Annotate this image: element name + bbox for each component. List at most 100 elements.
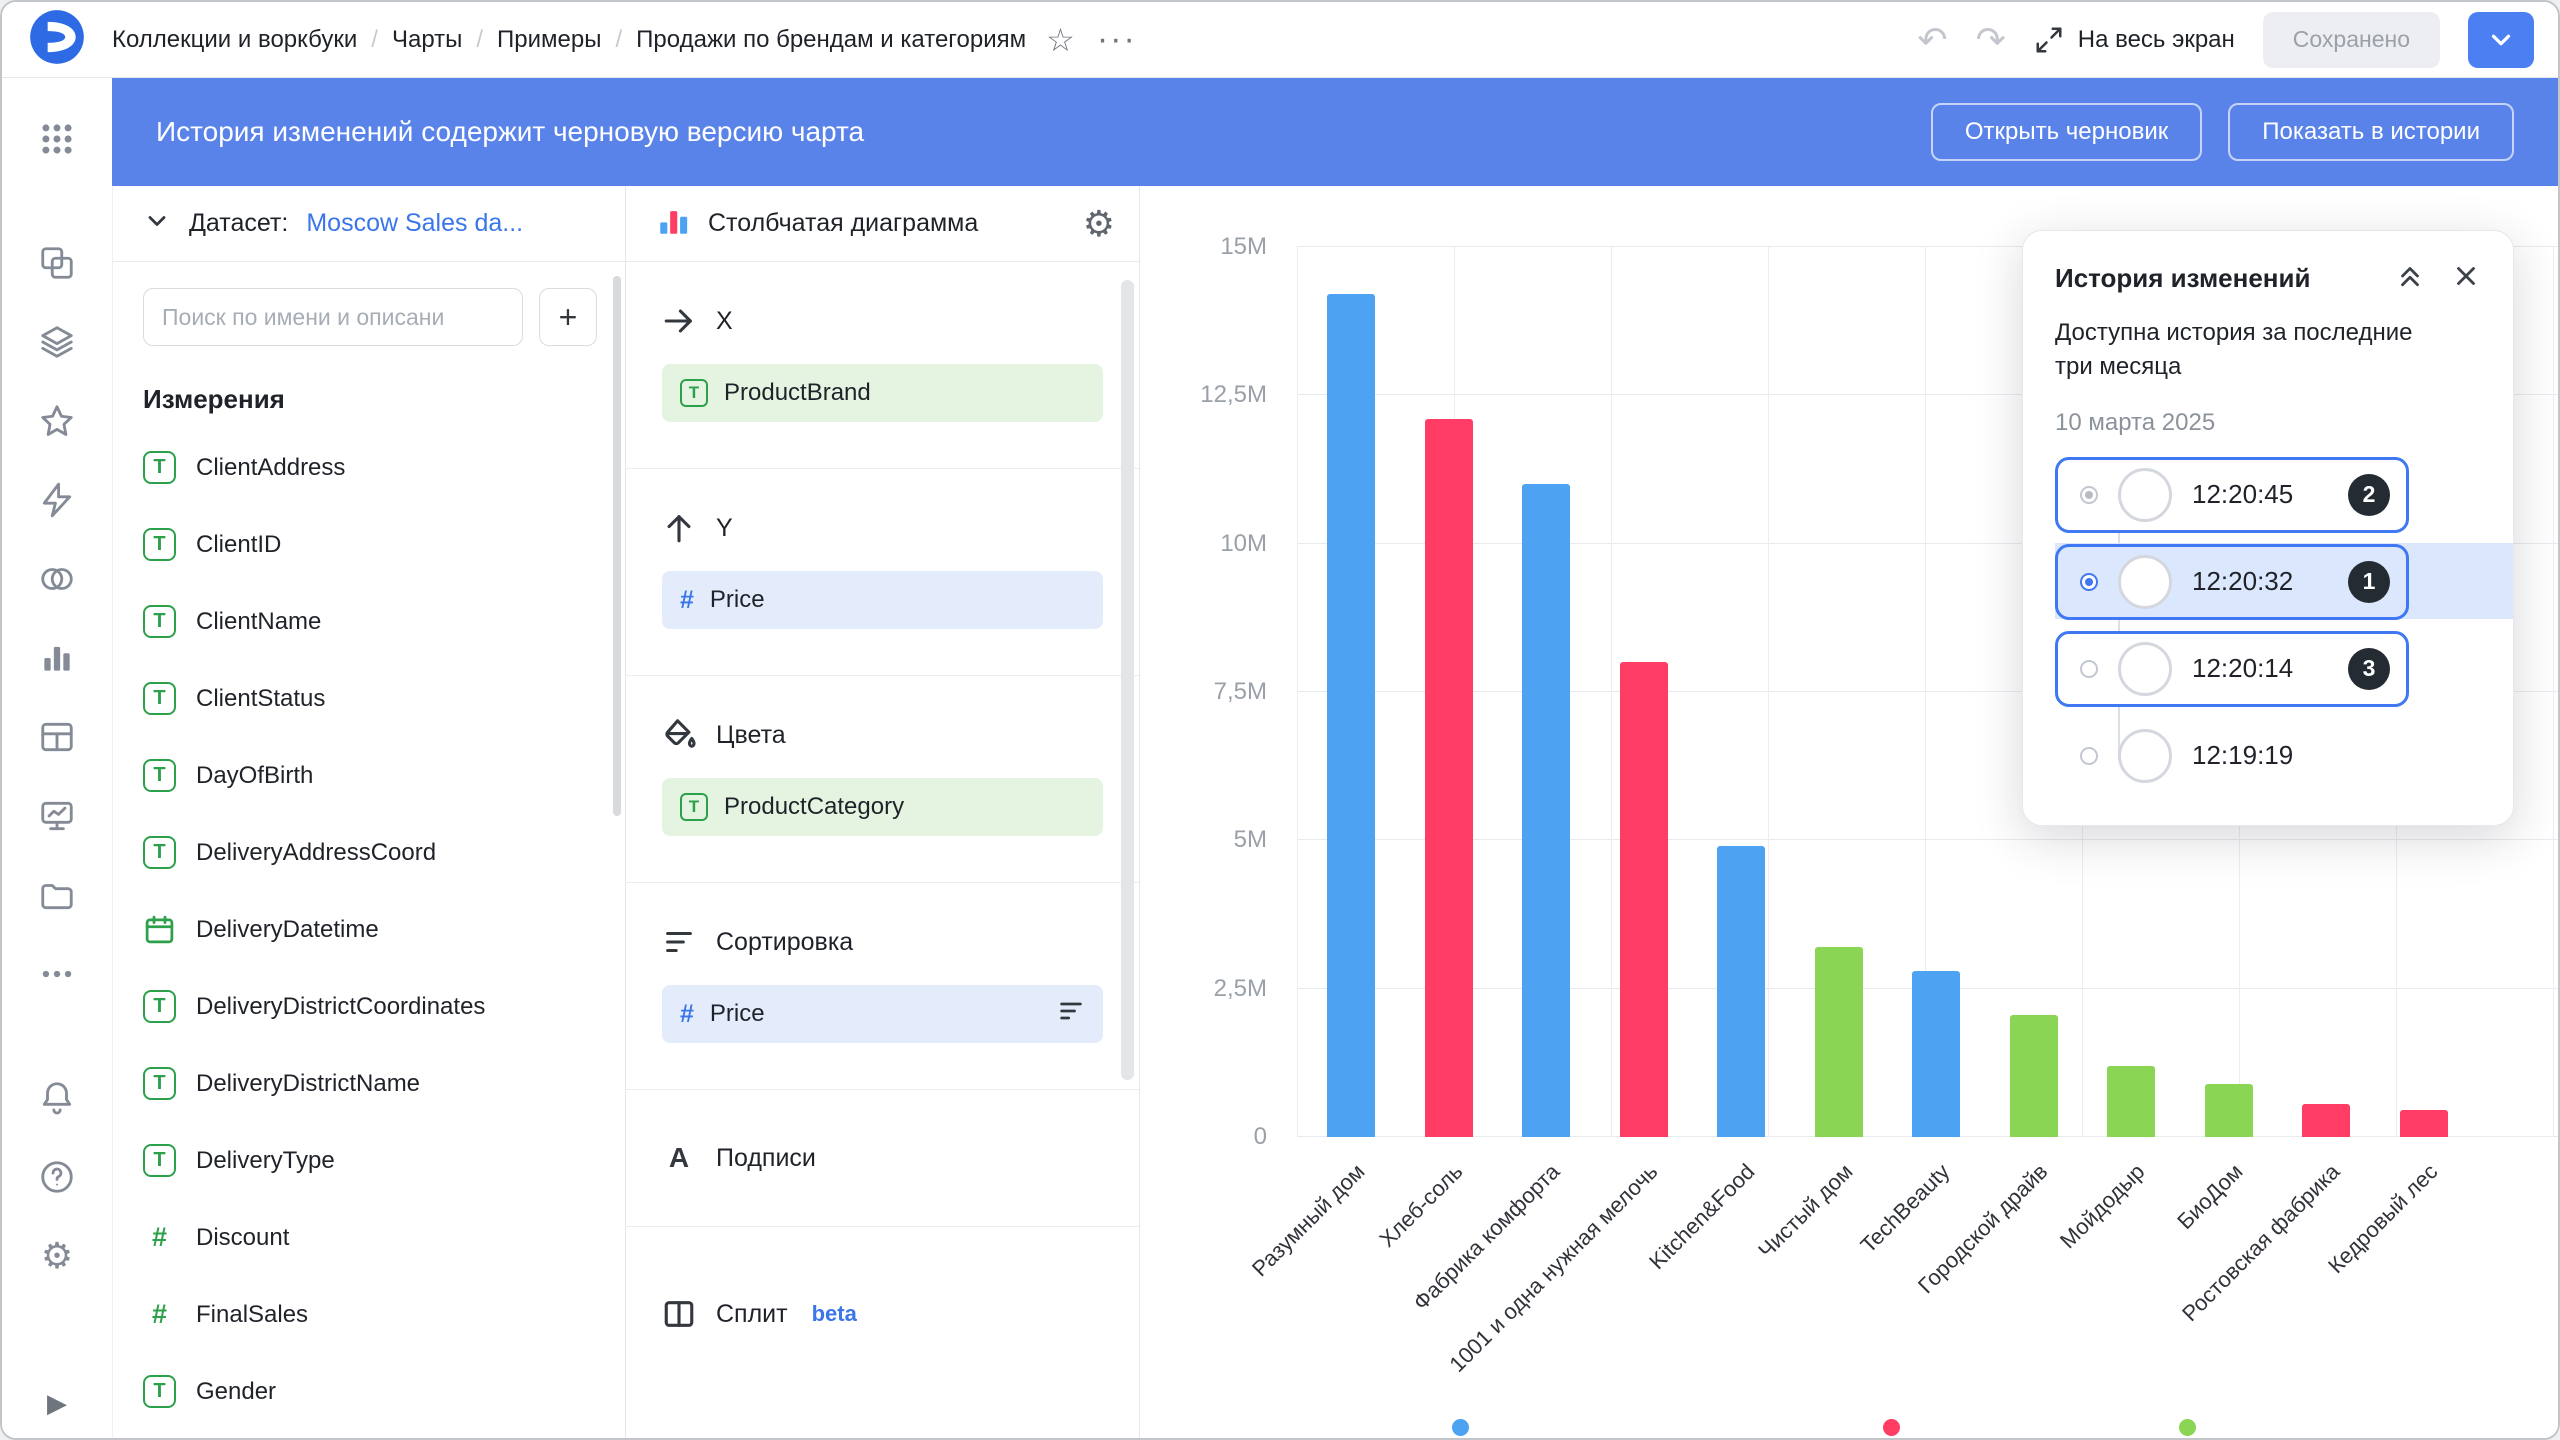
history-popup-subtitle: Доступна история за последние три месяца (2055, 316, 2455, 383)
workbooks-icon[interactable] (38, 323, 76, 361)
dataset-name-link[interactable]: Moscow Sales da... (306, 209, 523, 238)
history-entry-box[interactable]: 12:20:143 (2055, 631, 2409, 707)
breadcrumb-item[interactable]: Чарты (392, 26, 462, 54)
v-gridline (1768, 247, 1769, 1137)
expand-rail-icon[interactable]: ▶ (38, 1384, 76, 1422)
x-field-pill[interactable]: T ProductBrand (662, 364, 1103, 422)
legend-dot[interactable] (2179, 1419, 2196, 1436)
sort-direction-icon[interactable] (1057, 997, 1085, 1032)
bar-Хлеб-соль[interactable] (1425, 419, 1473, 1137)
history-revision-circle[interactable] (2118, 468, 2172, 522)
chart-type-label[interactable]: Столбчатая диаграмма (708, 209, 1065, 238)
save-dropdown-button[interactable] (2468, 12, 2534, 68)
field-search-input[interactable] (143, 288, 523, 346)
field-item-DeliveryDistrictName[interactable]: TDeliveryDistrictName (113, 1045, 625, 1122)
y-axis-tick: 12,5M (1140, 381, 1267, 409)
column-chart-type-icon[interactable] (656, 204, 690, 243)
history-revision-circle[interactable] (2118, 729, 2172, 783)
expand-icon (2034, 25, 2064, 55)
bar-Кедровый лес[interactable] (2400, 1110, 2448, 1137)
field-item-DeliveryDistrictCoordinates[interactable]: TDeliveryDistrictCoordinates (113, 968, 625, 1045)
breadcrumb-item[interactable]: Коллекции и воркбуки (112, 26, 357, 54)
connections-icon[interactable] (38, 481, 76, 519)
field-name: Discount (196, 1224, 289, 1252)
datasets-icon[interactable] (38, 560, 76, 598)
bar-Разумный дом[interactable] (1327, 294, 1375, 1137)
dataset-collapse-chevron-icon[interactable] (143, 207, 171, 240)
collapse-popup-icon[interactable] (2395, 261, 2425, 296)
history-entry[interactable]: 12:20:321 (2055, 538, 2481, 625)
favorite-star-icon[interactable]: ☆ (1046, 21, 1075, 59)
history-radio[interactable] (2080, 660, 2098, 678)
bar-БиоДом[interactable] (2205, 1084, 2253, 1137)
field-item-Gender[interactable]: TGender (113, 1353, 625, 1430)
split-section-label[interactable]: Сплит (716, 1300, 788, 1329)
notifications-bell-icon[interactable] (38, 1079, 76, 1117)
dashboards-icon[interactable] (38, 718, 76, 756)
bar-TechBeauty[interactable] (1912, 971, 1960, 1137)
history-entry-box[interactable]: 12:20:321 (2055, 544, 2409, 620)
bar-Kitchen&Food[interactable] (1717, 846, 1765, 1137)
text-field-icon: T (143, 528, 176, 561)
history-revision-circle[interactable] (2118, 642, 2172, 696)
field-item-ClientAddress[interactable]: TClientAddress (113, 429, 625, 506)
banner-text: История изменений содержит черновую верс… (156, 116, 864, 148)
field-item-FinalSales[interactable]: #FinalSales (113, 1276, 625, 1353)
bar-Ростовская фабрика[interactable] (2302, 1104, 2350, 1137)
bar-Мойдодыр[interactable] (2107, 1066, 2155, 1137)
saved-button[interactable]: Сохранено (2263, 12, 2440, 68)
field-item-ClientID[interactable]: TClientID (113, 506, 625, 583)
history-radio[interactable] (2080, 747, 2098, 765)
history-entry[interactable]: 12:19:19 (2055, 712, 2481, 799)
history-revision-circle[interactable] (2118, 555, 2172, 609)
collections-icon[interactable] (38, 244, 76, 282)
settings-gear-icon[interactable]: ⚙ (38, 1237, 76, 1275)
add-field-button[interactable]: + (539, 288, 597, 346)
history-radio[interactable] (2080, 573, 2098, 591)
apps-grid-icon[interactable] (38, 120, 76, 158)
field-name: ClientStatus (196, 685, 325, 713)
close-popup-icon[interactable] (2451, 261, 2481, 296)
labels-section-label[interactable]: Подписи (716, 1144, 816, 1173)
chart-settings-gear-icon[interactable]: ⚙ (1083, 203, 1115, 245)
history-popup: История изменений Доступна история за по… (2022, 230, 2514, 826)
legend-dot[interactable] (1452, 1419, 1469, 1436)
field-item-ClientStatus[interactable]: TClientStatus (113, 660, 625, 737)
charts-icon[interactable] (38, 639, 76, 677)
bar-1001 и одна нужная мелочь[interactable] (1620, 662, 1668, 1137)
help-icon[interactable] (38, 1158, 76, 1196)
field-item-DayOfBirth[interactable]: TDayOfBirth (113, 737, 625, 814)
field-item-DeliveryAddressCoord[interactable]: TDeliveryAddressCoord (113, 814, 625, 891)
undo-icon[interactable]: ↶ (1917, 22, 1947, 58)
history-entry[interactable]: 12:20:143 (2055, 625, 2481, 712)
history-radio[interactable] (2080, 486, 2098, 504)
config-scrollbar[interactable] (1121, 280, 1134, 1080)
field-item-DeliveryDatetime[interactable]: DeliveryDatetime (113, 891, 625, 968)
field-item-ClientName[interactable]: TClientName (113, 583, 625, 660)
bar-Чистый дом[interactable] (1815, 947, 1863, 1137)
sort-field-pill[interactable]: # Price (662, 985, 1103, 1043)
history-entry-box[interactable]: 12:20:452 (2055, 457, 2409, 533)
breadcrumb-item[interactable]: Примеры (497, 26, 601, 54)
history-entry-box[interactable]: 12:19:19 (2055, 718, 2409, 794)
bar-Фабрика комфорта[interactable] (1522, 484, 1570, 1137)
files-icon[interactable] (38, 876, 76, 914)
fullscreen-button[interactable]: На весь экран (2034, 25, 2235, 55)
dataset-scrollbar[interactable] (613, 276, 621, 816)
datalens-logo[interactable] (29, 9, 85, 70)
bar-Городской драйв[interactable] (2010, 1015, 2058, 1137)
favorites-icon[interactable] (38, 402, 76, 440)
more-options-icon[interactable]: ··· (1097, 20, 1137, 59)
top-bar: Коллекции и воркбуки/Чарты/Примеры/Прода… (2, 2, 2558, 78)
colors-field-pill[interactable]: T ProductCategory (662, 778, 1103, 836)
field-item-DeliveryType[interactable]: TDeliveryType (113, 1122, 625, 1199)
legend-dot[interactable] (1883, 1419, 1900, 1436)
history-entry[interactable]: 12:20:452 (2055, 451, 2481, 538)
open-draft-button[interactable]: Открыть черновик (1931, 103, 2202, 161)
more-services-icon[interactable] (38, 955, 76, 993)
show-in-history-button[interactable]: Показать в истории (2228, 103, 2514, 161)
field-item-Discount[interactable]: #Discount (113, 1199, 625, 1276)
monitoring-icon[interactable] (38, 797, 76, 835)
redo-icon[interactable]: ↷ (1976, 22, 2006, 58)
y-field-pill[interactable]: # Price (662, 571, 1103, 629)
